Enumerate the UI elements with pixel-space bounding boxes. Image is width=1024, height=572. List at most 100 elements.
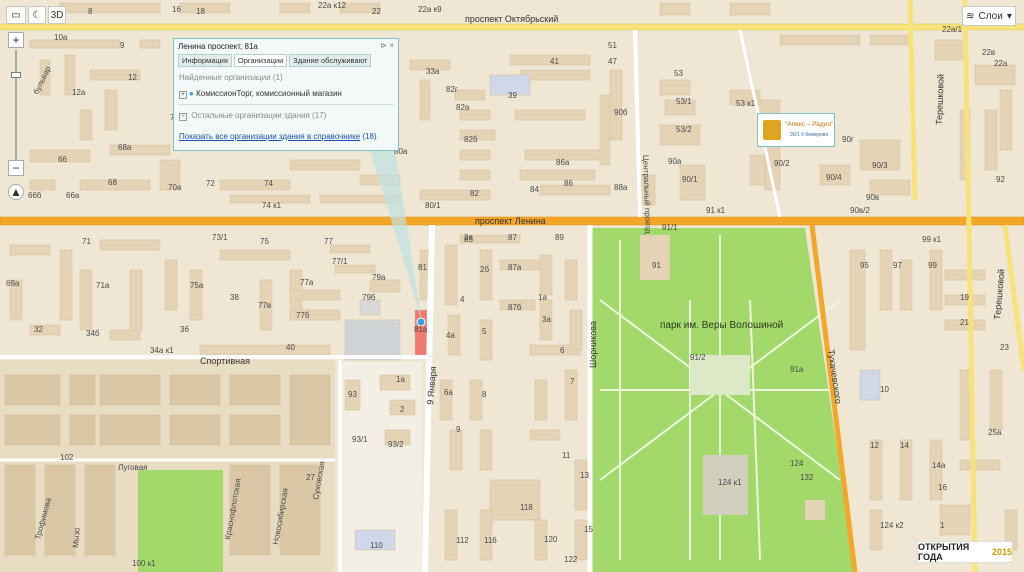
house-number: 53 — [674, 69, 683, 78]
house-number: 90в/2 — [850, 206, 870, 215]
house-number: 9 — [120, 41, 125, 50]
house-number: 10а — [54, 33, 68, 42]
house-number: 53 к1 — [736, 99, 756, 108]
house-number: 47 — [608, 57, 617, 66]
zoom-out-button[interactable]: − — [8, 160, 24, 176]
house-number: 91 — [652, 261, 661, 270]
house-number: 77в — [258, 301, 271, 310]
house-number: 132 — [800, 473, 814, 482]
house-number: 4а — [446, 331, 455, 340]
house-number: 90/2 — [774, 159, 790, 168]
house-number: 82 — [470, 189, 479, 198]
house-number: 22а к12 — [318, 1, 347, 10]
house-number: 6 — [560, 346, 565, 355]
map-canvas[interactable]: проспект Октябрьский проспект Ленина Спо… — [0, 0, 1024, 572]
house-number: 34а к1 — [150, 346, 174, 355]
house-number: 100 к1 — [132, 559, 156, 568]
house-number: 10 — [880, 385, 889, 394]
house-number: 99 к1 — [922, 235, 942, 244]
house-number: 86а — [556, 158, 570, 167]
house-number: 90б — [614, 108, 628, 117]
house-number: 90/1 — [682, 175, 698, 184]
zoom-slider-handle[interactable] — [11, 72, 21, 78]
pin-icon[interactable]: ⊳ — [380, 41, 387, 50]
house-number: 82б — [464, 135, 478, 144]
openings-badge[interactable]: ОТКРЫТИЯ ГОДА 2015 — [917, 541, 1013, 563]
house-number: 91/2 — [690, 353, 706, 362]
house-number: 53/2 — [676, 125, 692, 134]
view-3d-label: 3D — [50, 9, 64, 21]
house-number: 11 — [562, 451, 571, 460]
house-number: 71а — [96, 281, 110, 290]
house-number: 22а к9 — [418, 5, 442, 14]
house-number: 91/1 — [662, 223, 678, 232]
tab-organizations[interactable]: Организации — [233, 54, 288, 67]
compass-icon: ▲ — [10, 185, 22, 199]
house-number: 27 — [306, 473, 315, 482]
badge-text: ОТКРЫТИЯ ГОДА — [918, 542, 970, 562]
ruler-button[interactable]: ▭ — [6, 6, 26, 24]
house-number: 66 — [58, 155, 67, 164]
street-oktyabrsky: проспект Октябрьский — [465, 14, 558, 24]
tab-information[interactable]: Информация — [178, 54, 232, 67]
compass-button[interactable]: ▲ — [8, 184, 24, 200]
zoom-rail[interactable] — [15, 50, 17, 160]
close-icon[interactable]: × — [389, 41, 394, 50]
view-3d-button[interactable]: 3D — [48, 6, 66, 24]
house-number: 77б — [296, 311, 310, 320]
house-number: 80/1 — [425, 201, 441, 210]
house-number: 91 к1 — [706, 206, 726, 215]
street-tereshkovoy-1: Терешковой — [934, 74, 946, 125]
house-number: 12 — [128, 73, 137, 82]
house-number: 14 — [900, 441, 909, 450]
expand-icon[interactable]: + — [179, 113, 187, 121]
tab-building-services[interactable]: Здание обслуживают — [289, 54, 372, 67]
house-number: 36 — [180, 325, 189, 334]
house-number: 18 — [196, 7, 205, 16]
street-lugovaya: Луговая — [118, 463, 147, 472]
house-number: 86 — [564, 179, 573, 188]
apex-radio-marker[interactable]: "Апекс – Радио" 90/1 б Кемерово — [757, 113, 835, 147]
building-91 — [640, 235, 670, 280]
all-orgs-link[interactable]: Показать все организации здания в справо… — [179, 132, 360, 141]
house-number: 92 — [996, 175, 1005, 184]
house-number: 22 — [372, 7, 381, 16]
house-number: 53/1 — [676, 97, 692, 106]
other-orgs-row[interactable]: + Остальные организации здания (17) — [179, 111, 326, 121]
house-number: 97 — [893, 261, 902, 270]
house-number: 93 — [348, 390, 357, 399]
house-number: 75а — [190, 281, 204, 290]
zoom-in-button[interactable]: + — [8, 32, 24, 48]
other-header: Остальные организации здания (17) — [191, 111, 327, 120]
layers-label: Слои — [978, 10, 1003, 22]
found-item[interactable]: + ● КомиссионТорг, комиссионный магазин — [179, 89, 342, 99]
house-number: 33а — [426, 67, 440, 76]
park-label: парк им. Веры Волошиной — [660, 320, 783, 331]
expand-icon[interactable]: + — [179, 91, 187, 99]
house-number: 87а — [508, 263, 522, 272]
house-number: 1 — [940, 521, 945, 530]
house-number: 84 — [530, 185, 539, 194]
layers-button[interactable]: ≋ Слои ▾ — [962, 6, 1016, 26]
house-number: 39 — [508, 91, 517, 100]
house-number: 15 — [584, 525, 593, 534]
apex-title: "Апекс – Радио" — [785, 121, 834, 128]
divider — [178, 104, 394, 105]
house-number: 66б — [28, 191, 42, 200]
house-number: 73/1 — [212, 233, 228, 242]
house-number: 95 — [860, 261, 869, 270]
chevron-down-icon: ▾ — [1006, 10, 1012, 22]
house-number: 71 — [82, 237, 91, 246]
house-number: 118 — [520, 503, 533, 512]
found-item-label: КомиссионТорг, комиссионный магазин — [196, 89, 342, 98]
house-number: 68 — [108, 178, 117, 187]
house-number: 2 — [400, 405, 405, 414]
house-number: 122 — [564, 555, 578, 564]
zoom-control[interactable]: + − ▲ — [8, 32, 24, 202]
house-number: 89 — [555, 233, 564, 242]
house-number: 79а — [372, 273, 386, 282]
traffic-button[interactable]: ☾ — [28, 6, 46, 24]
house-number: 82г — [446, 85, 458, 94]
house-number: 70а — [168, 183, 182, 192]
house-number: 6а — [444, 388, 453, 397]
